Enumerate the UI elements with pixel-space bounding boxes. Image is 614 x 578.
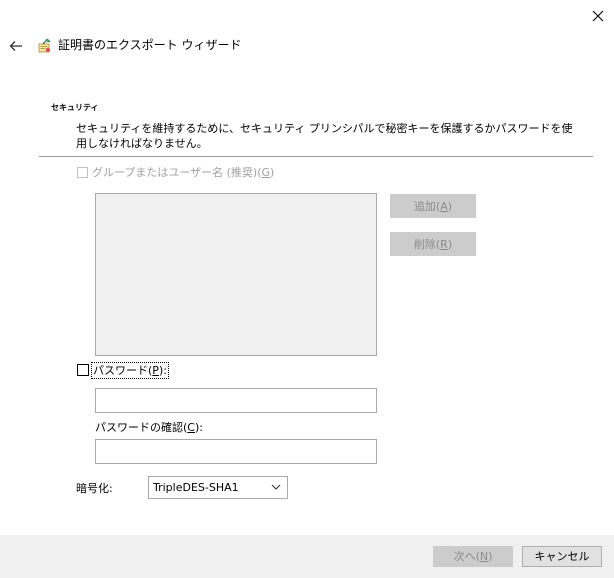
- add-button-label-end: ): [447, 199, 453, 213]
- chevron-down-icon: [271, 484, 281, 490]
- confirm-password-label: パスワードの確認(C):: [95, 420, 203, 435]
- certificate-icon: [38, 38, 51, 53]
- add-button-mnemonic: A: [440, 199, 448, 213]
- next-button-label: 次へ(: [453, 550, 480, 563]
- add-button-label: 追加(: [413, 199, 441, 213]
- section-description: セキュリティを維持するために、セキュリティ プリンシパルで秘密キーを保護するかパ…: [76, 122, 573, 150]
- password-label-text: パスワード(: [93, 364, 153, 377]
- next-button-label-end: ): [488, 550, 493, 563]
- next-button-mnemonic: N: [479, 550, 489, 563]
- confirm-password-mnemonic: C: [187, 421, 195, 434]
- group-user-label-end: ): [270, 166, 275, 179]
- confirm-password-field[interactable]: [95, 439, 377, 464]
- password-mnemonic: P: [152, 364, 159, 377]
- confirm-password-label-end: ):: [194, 421, 203, 434]
- group-user-checkbox[interactable]: [77, 167, 88, 178]
- password-label-end: ):: [158, 364, 167, 377]
- encryption-label: 暗号化:: [76, 482, 113, 495]
- wizard-title: 証明書のエクスポート ウィザード: [58, 38, 242, 52]
- back-button[interactable]: [6, 37, 26, 55]
- close-icon: [592, 10, 604, 22]
- section-title: セキュリティ: [51, 103, 99, 112]
- group-user-label-text: グループまたはユーザー名 (推奨)(: [92, 166, 262, 179]
- cancel-button[interactable]: キャンセル: [522, 546, 602, 567]
- group-user-label: グループまたはユーザー名 (推奨)(G): [92, 165, 274, 180]
- group-user-mnemonic: G: [261, 166, 271, 179]
- remove-button-label: 削除(: [413, 237, 441, 251]
- encryption-selected-value: TripleDES-SHA1: [153, 481, 239, 494]
- back-arrow-icon: [9, 41, 22, 51]
- password-field[interactable]: [95, 388, 377, 413]
- remove-button-label-end: ): [447, 237, 453, 251]
- next-button[interactable]: 次へ(N): [433, 546, 513, 567]
- confirm-password-label-text: パスワードの確認(: [95, 421, 188, 434]
- remove-button-mnemonic: R: [440, 237, 448, 251]
- password-label[interactable]: パスワード(P):: [91, 362, 169, 379]
- encryption-dropdown[interactable]: TripleDES-SHA1: [148, 476, 288, 499]
- close-button[interactable]: [584, 4, 612, 28]
- header-divider: [39, 156, 593, 157]
- add-button[interactable]: 追加(A): [390, 194, 476, 218]
- group-user-list[interactable]: [95, 193, 377, 356]
- password-checkbox[interactable]: [77, 364, 89, 376]
- remove-button[interactable]: 削除(R): [390, 232, 476, 256]
